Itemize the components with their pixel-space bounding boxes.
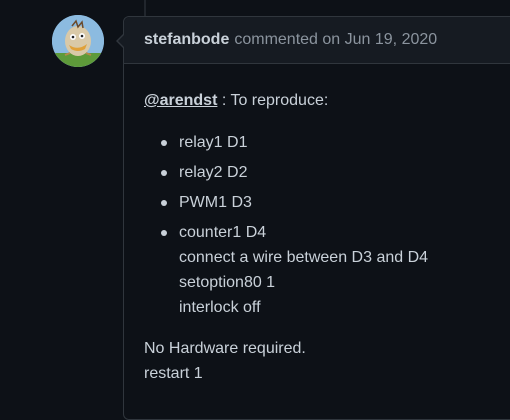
bullet-icon — [161, 230, 167, 236]
author-link[interactable]: stefanbode — [144, 31, 229, 49]
comment-date[interactable]: Jun 19, 2020 — [345, 31, 438, 48]
bullet-icon — [161, 200, 167, 206]
list-item: PWM1 D3 — [161, 190, 502, 215]
comment-arrow-inner — [118, 34, 125, 48]
intro-text: : To reproduce: — [217, 92, 329, 109]
closing-line: No Hardware required. — [144, 340, 306, 357]
list-item: relay2 D2 — [161, 160, 502, 185]
list-item-text: connect a wire between D3 and D4 — [179, 249, 429, 266]
list-item-text: relay1 D1 — [179, 134, 248, 151]
closing-text: No Hardware required. restart 1 — [144, 336, 502, 386]
avatar-image — [52, 15, 104, 67]
bullet-icon — [161, 170, 167, 176]
comment-header: stefanbode commented on Jun 19, 2020 — [124, 17, 510, 64]
bullet-icon — [161, 140, 167, 146]
list-item-text: interlock off — [179, 299, 261, 316]
list-item: counter1 D4 connect a wire between D3 an… — [161, 220, 502, 320]
page: stefanbode commented on Jun 19, 2020 @ar… — [0, 0, 510, 420]
comment-action: commented on — [234, 31, 341, 48]
body-list: relay1 D1 relay2 D2 PWM1 D3 counter1 D4 … — [144, 130, 502, 320]
list-item: relay1 D1 — [161, 130, 502, 155]
intro-line: @arendst : To reproduce: — [144, 88, 502, 113]
list-item-text: setoption80 1 — [179, 274, 276, 291]
comment-box: stefanbode commented on Jun 19, 2020 @ar… — [116, 16, 510, 420]
list-item-text: counter1 D4 — [179, 224, 267, 241]
closing-line: restart 1 — [144, 365, 203, 382]
comment-body: @arendst : To reproduce: relay1 D1 relay… — [124, 64, 510, 386]
list-item-text: PWM1 D3 — [179, 194, 252, 211]
comment-meta: commented on Jun 19, 2020 — [234, 31, 437, 49]
list-item-text: relay2 D2 — [179, 164, 248, 181]
mention-link[interactable]: @arendst — [144, 92, 217, 109]
timeline-line — [144, 0, 146, 16]
avatar[interactable] — [52, 15, 104, 67]
